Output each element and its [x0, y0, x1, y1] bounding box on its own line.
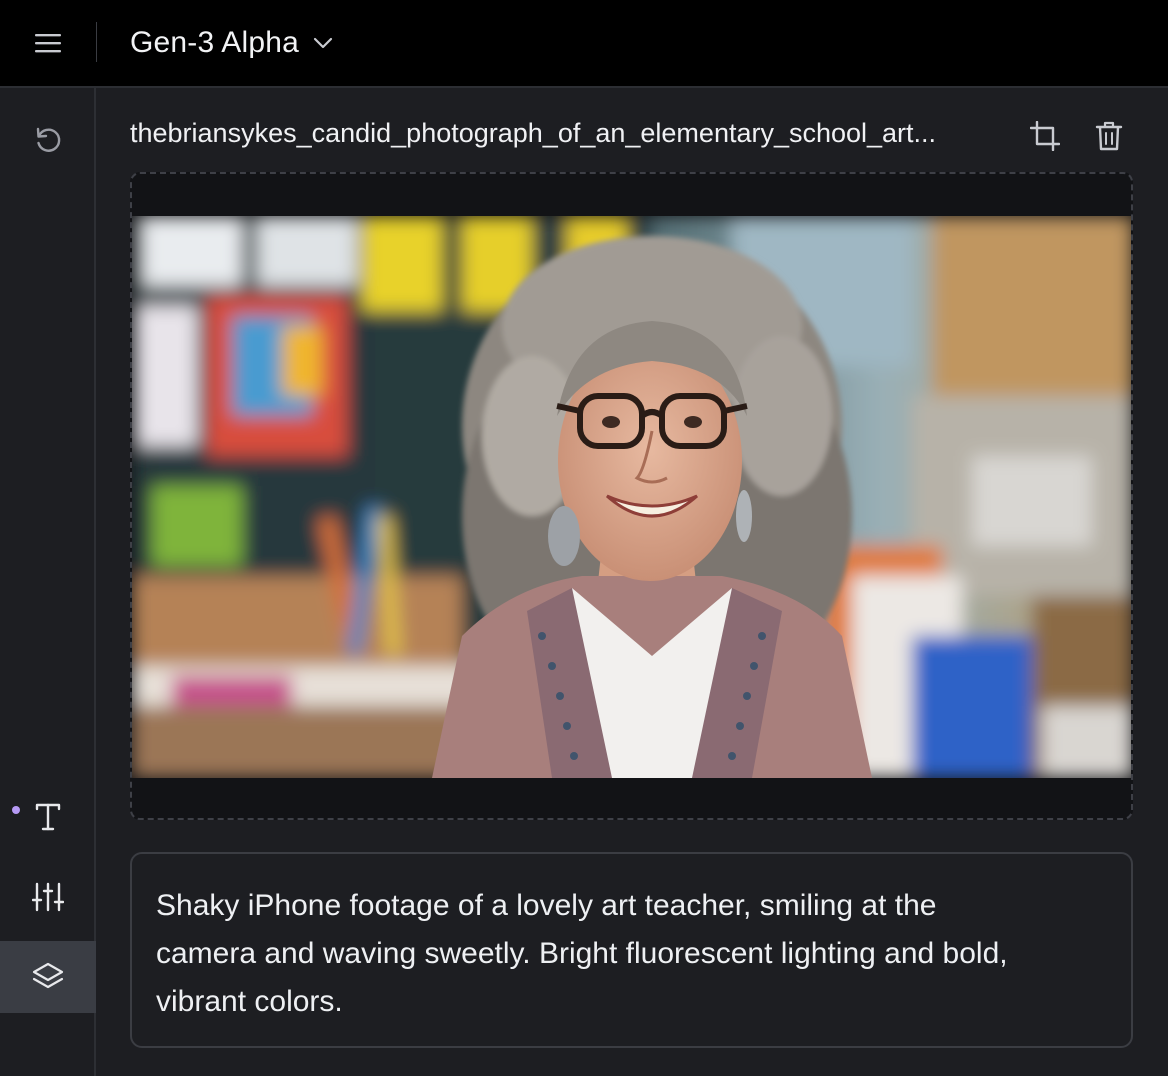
- top-bar: Gen-3 Alpha: [0, 0, 1168, 86]
- sidebar: [0, 88, 96, 1076]
- menu-button[interactable]: [28, 24, 68, 62]
- crop-icon: [1030, 121, 1060, 151]
- model-name: Gen-3 Alpha: [130, 26, 299, 59]
- asset-image: [132, 216, 1131, 778]
- active-indicator-dot: [12, 806, 20, 814]
- undo-icon: [36, 127, 61, 152]
- delete-button[interactable]: [1089, 116, 1129, 156]
- chevron-down-icon: [313, 37, 333, 49]
- sidebar-item-text[interactable]: [0, 781, 96, 853]
- layers-icon: [32, 962, 64, 989]
- sidebar-item-reset[interactable]: [0, 104, 96, 176]
- topbar-divider: [96, 22, 97, 62]
- asset-header: thebriansykes_candid_photograph_of_an_el…: [130, 108, 1132, 164]
- prompt-text: Shaky iPhone footage of a lovely art tea…: [156, 889, 1008, 1018]
- asset-file-name: thebriansykes_candid_photograph_of_an_el…: [130, 118, 937, 148]
- classroom-portrait-image: [132, 216, 1131, 778]
- prompt-input[interactable]: Shaky iPhone footage of a lovely art tea…: [130, 852, 1133, 1048]
- model-selector[interactable]: Gen-3 Alpha: [130, 18, 333, 68]
- sliders-icon: [32, 882, 64, 912]
- topbar-border: [0, 86, 1168, 88]
- hamburger-menu-icon: [35, 34, 61, 53]
- image-preview-frame[interactable]: [130, 172, 1133, 820]
- text-icon: [35, 803, 61, 831]
- crop-button[interactable]: [1025, 116, 1065, 156]
- trash-icon: [1095, 121, 1123, 151]
- sidebar-item-settings[interactable]: [0, 861, 96, 933]
- sidebar-item-layers[interactable]: [0, 941, 96, 1013]
